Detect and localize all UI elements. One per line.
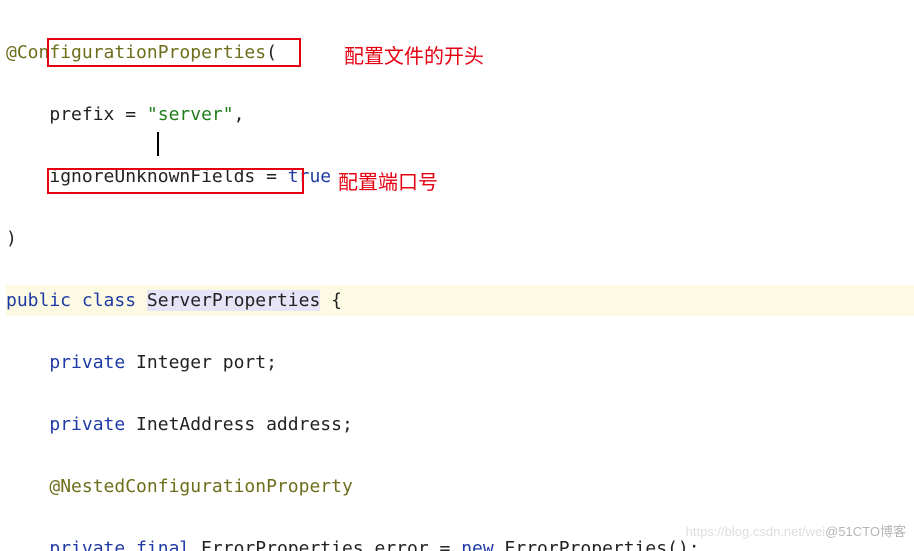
field-decl: ErrorProperties error =: [190, 538, 461, 551]
watermark-main: @51CTO博客: [825, 524, 906, 539]
string-literal: "server": [147, 104, 234, 125]
brace: {: [320, 290, 342, 311]
code-line: private InetAddress address;: [6, 409, 914, 440]
keyword-final: final: [136, 538, 190, 551]
code-line: prefix = "server",: [6, 99, 914, 130]
code-line: @NestedConfigurationProperty: [6, 471, 914, 502]
code-line: private Integer port;: [6, 347, 914, 378]
annotation: @NestedConfigurationProperty: [49, 476, 352, 497]
keyword-private: private: [49, 538, 125, 551]
keyword-private: private: [49, 414, 125, 435]
keyword-public: public: [6, 290, 71, 311]
code-line: ): [6, 223, 914, 254]
text-caret: [157, 132, 159, 156]
code-line-cursor: public class ServerProperties {: [6, 285, 914, 316]
code-editor: @ConfigurationProperties( prefix = "serv…: [0, 0, 914, 551]
ctor-call: ErrorProperties();: [494, 538, 700, 551]
paren: (: [266, 42, 277, 63]
watermark-url: https://blog.csdn.net/wei: [686, 524, 825, 539]
code-line: ignoreUnknownFields = true: [6, 161, 914, 192]
keyword-true: true: [288, 166, 331, 187]
keyword-class: class: [82, 290, 136, 311]
field-decl: Integer port;: [125, 352, 277, 373]
indent: [6, 414, 49, 435]
indent: [6, 352, 49, 373]
field-decl: InetAddress address;: [125, 414, 353, 435]
class-name: ServerProperties: [147, 290, 320, 311]
indent: [6, 104, 49, 125]
indent: [6, 166, 49, 187]
param-name: ignoreUnknownFields =: [49, 166, 287, 187]
annotation-note-header: 配置文件的开头: [344, 42, 484, 73]
comma: ,: [234, 104, 245, 125]
keyword-new: new: [461, 538, 494, 551]
paren: ): [6, 228, 17, 249]
param-name: prefix =: [49, 104, 147, 125]
indent: [6, 538, 49, 551]
annotation-note-port: 配置端口号: [338, 168, 438, 199]
annotation: @ConfigurationProperties: [6, 42, 266, 63]
indent: [6, 476, 49, 497]
watermark: https://blog.csdn.net/wei@51CTO博客: [686, 516, 906, 547]
keyword-private: private: [49, 352, 125, 373]
